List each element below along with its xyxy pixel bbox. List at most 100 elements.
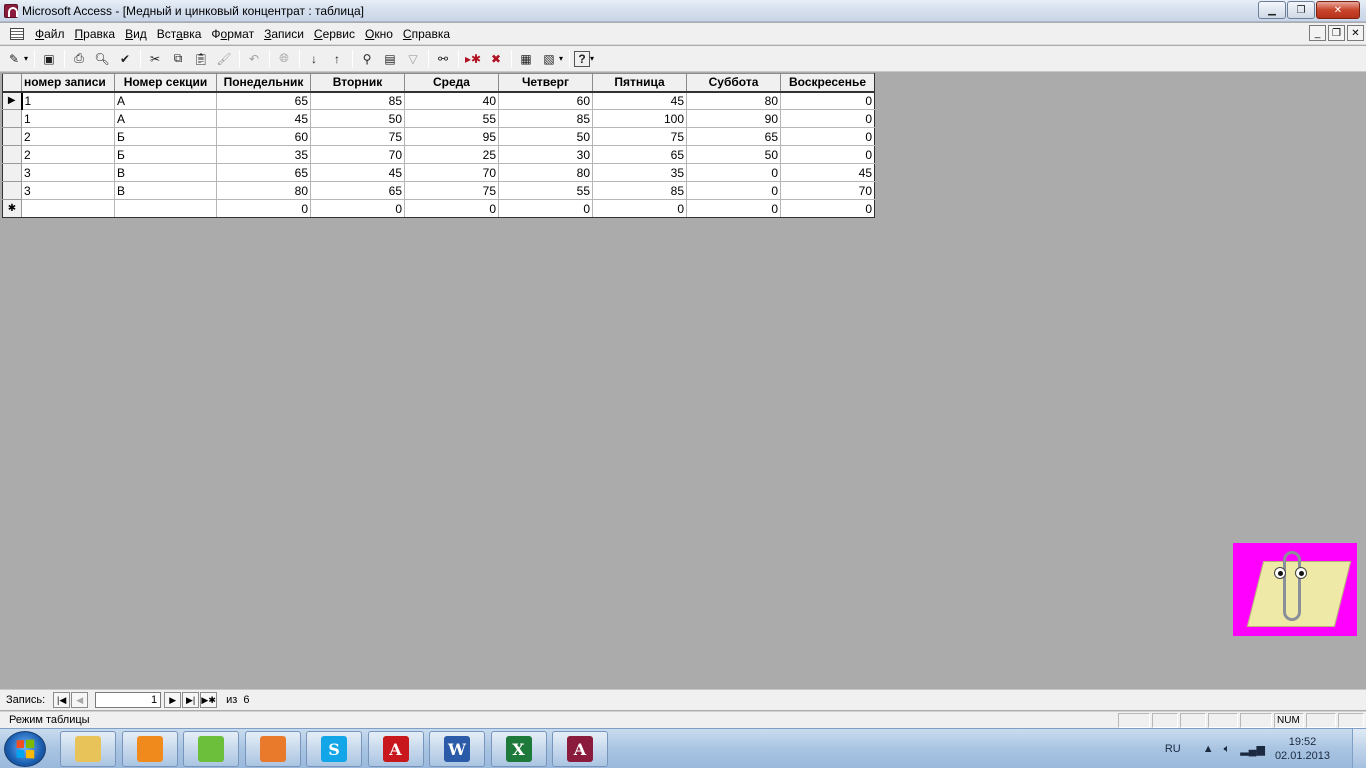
cell-0[interactable] (21, 199, 115, 218)
taskbar-word-button[interactable]: W (429, 731, 485, 767)
cell-6[interactable]: 35 (592, 163, 687, 182)
cell-1[interactable]: В (114, 181, 217, 200)
new-record-button[interactable]: ▶✱ (200, 692, 218, 708)
cell-2[interactable]: 65 (216, 91, 311, 110)
taskbar-acrobat-button[interactable]: A (367, 731, 424, 767)
cell-5[interactable]: 85 (498, 109, 593, 128)
cell-5[interactable]: 30 (498, 145, 593, 164)
menu-item-0[interactable]: Файл (30, 27, 70, 41)
cell-6[interactable]: 75 (592, 127, 687, 146)
print-preview-icon[interactable]: 🔍︎ (92, 49, 112, 69)
find-icon[interactable]: ⚯ (433, 49, 453, 69)
delete-record-icon[interactable]: ✖ (486, 49, 506, 69)
record-selector[interactable] (2, 127, 22, 146)
next-record-button[interactable]: ▶ (164, 692, 182, 708)
cell-7[interactable]: 50 (686, 145, 781, 164)
spelling-icon[interactable]: ✔ (115, 49, 135, 69)
cell-3[interactable]: 0 (310, 199, 405, 218)
cell-8[interactable]: 45 (780, 163, 875, 182)
cell-7[interactable]: 0 (686, 163, 781, 182)
cell-5[interactable]: 50 (498, 127, 593, 146)
cell-1[interactable]: Б (114, 145, 217, 164)
cell-7[interactable]: 0 (686, 181, 781, 200)
cell-3[interactable]: 45 (310, 163, 405, 182)
cell-4[interactable]: 0 (404, 199, 499, 218)
select-all-cell[interactable] (2, 73, 22, 93)
cell-5[interactable]: 55 (498, 181, 593, 200)
new-object-icon[interactable]: ▧ (539, 49, 559, 69)
language-indicator[interactable]: RU (1165, 743, 1181, 755)
cell-1[interactable] (114, 199, 217, 218)
clock[interactable]: 19:52 02.01.2013 (1275, 735, 1330, 763)
new-record-selector[interactable]: ✱ (2, 199, 22, 218)
menu-item-1[interactable]: Правка (70, 27, 121, 41)
last-record-button[interactable]: ▶| (182, 692, 200, 708)
cell-8[interactable]: 0 (780, 145, 875, 164)
cell-2[interactable]: 0 (216, 199, 311, 218)
record-selector[interactable]: ▶ (2, 91, 22, 110)
previous-record-button[interactable]: ◀ (71, 692, 89, 708)
cell-7[interactable]: 65 (686, 127, 781, 146)
cut-icon[interactable]: ✂ (145, 49, 165, 69)
network-icon[interactable]: ▂▄▆ (1240, 743, 1265, 756)
new-object-dropdown-icon[interactable]: ▾ (559, 54, 563, 63)
doc-close-button[interactable]: ✕ (1347, 25, 1364, 41)
cell-0[interactable]: 2 (21, 127, 115, 146)
cell-3[interactable]: 85 (310, 91, 405, 110)
cell-6[interactable]: 0 (592, 199, 687, 218)
help-icon[interactable]: ? (574, 50, 591, 67)
record-number-input[interactable] (95, 692, 162, 708)
doc-restore-button[interactable]: ❐ (1328, 25, 1345, 41)
cell-8[interactable]: 0 (780, 109, 875, 128)
cell-0[interactable]: 2 (21, 145, 115, 164)
doc-minimize-button[interactable]: _ (1309, 25, 1326, 41)
cell-4[interactable]: 70 (404, 163, 499, 182)
cell-5[interactable]: 80 (498, 163, 593, 182)
cell-8[interactable]: 0 (780, 199, 875, 218)
cell-2[interactable]: 60 (216, 127, 311, 146)
filter-by-selection-icon[interactable]: ⚲ (357, 49, 377, 69)
cell-7[interactable]: 80 (686, 91, 781, 110)
datasheet-icon[interactable] (10, 27, 24, 40)
taskbar-excel-button[interactable]: X (490, 731, 547, 767)
cell-2[interactable]: 80 (216, 181, 311, 200)
filter-by-form-icon[interactable]: ▤ (380, 49, 400, 69)
paste-icon[interactable]: 📋︎ (191, 49, 211, 69)
cell-6[interactable]: 85 (592, 181, 687, 200)
show-hidden-icons-icon[interactable]: ▲ (1203, 743, 1214, 755)
menu-item-5[interactable]: Записи (259, 27, 309, 41)
view-dropdown-icon[interactable]: ▾ (24, 54, 28, 63)
properties-icon[interactable]: ▦ (516, 49, 536, 69)
volume-icon[interactable]: 🔈︎ (1224, 743, 1231, 756)
column-header-3[interactable]: Вторник (310, 73, 405, 93)
sort-descending-icon[interactable]: ↑ (327, 49, 347, 69)
cell-6[interactable]: 100 (592, 109, 687, 128)
menu-item-2[interactable]: Вид (120, 27, 152, 41)
new-record-icon[interactable]: ▸✱ (463, 49, 483, 69)
cell-8[interactable]: 0 (780, 127, 875, 146)
cell-0[interactable]: 1 (20, 91, 115, 110)
cell-0[interactable]: 3 (21, 163, 115, 182)
cell-2[interactable]: 45 (216, 109, 311, 128)
cell-7[interactable]: 90 (686, 109, 781, 128)
taskbar-app-orange-button[interactable] (244, 731, 301, 767)
taskbar-explorer-button[interactable] (60, 731, 116, 767)
cell-4[interactable]: 40 (404, 91, 499, 110)
save-icon[interactable]: ▣ (39, 49, 59, 69)
cell-7[interactable]: 0 (686, 199, 781, 218)
column-header-8[interactable]: Воскресенье (780, 73, 875, 93)
taskbar-skype-button[interactable]: S (306, 731, 362, 767)
taskbar-access-button[interactable]: A (552, 731, 608, 767)
record-selector[interactable] (2, 109, 22, 128)
cell-1[interactable]: А (114, 91, 217, 110)
column-header-6[interactable]: Пятница (592, 73, 687, 93)
close-button[interactable]: ✕ (1316, 1, 1360, 19)
cell-0[interactable]: 1 (21, 109, 115, 128)
menu-item-7[interactable]: Окно (360, 27, 398, 41)
view-icon[interactable]: ✎ (4, 49, 24, 69)
record-selector[interactable] (2, 145, 22, 164)
column-header-0[interactable]: номер записи (21, 73, 115, 93)
cell-0[interactable]: 3 (21, 181, 115, 200)
cell-1[interactable]: В (114, 163, 217, 182)
minimize-button[interactable]: ▁ (1258, 1, 1286, 19)
